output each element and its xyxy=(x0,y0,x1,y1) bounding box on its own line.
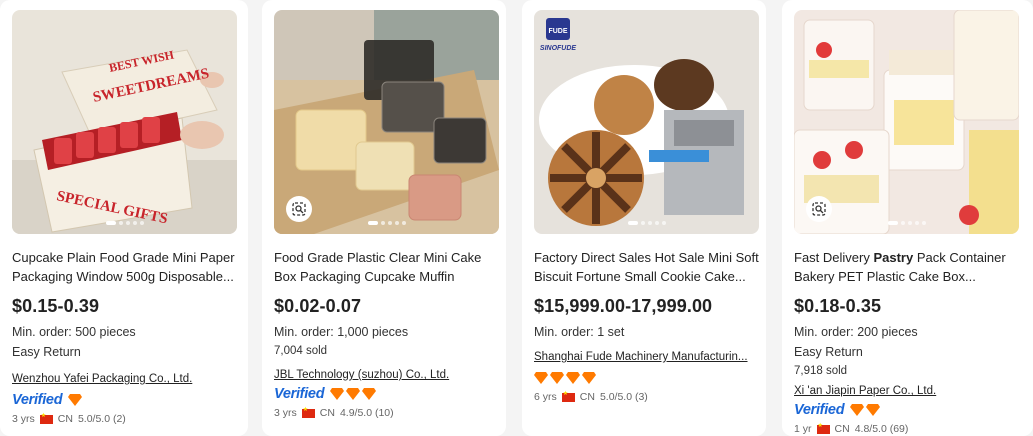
supplier-country: CN xyxy=(834,423,850,435)
carousel-dots[interactable] xyxy=(627,221,666,225)
carousel-dots[interactable] xyxy=(105,221,144,225)
china-flag-icon xyxy=(39,412,53,424)
diamond-icon xyxy=(566,372,580,384)
product-grid: BEST WISH SWEETDREAMS SPECIAL GIFTS Cupc… xyxy=(0,0,1033,436)
supplier-years: 6 yrs xyxy=(534,391,557,403)
product-price: $0.18-0.35 xyxy=(794,296,882,316)
diamond-icon xyxy=(346,388,361,400)
supplier-diamonds xyxy=(534,372,596,384)
supplier-years: 3 yrs xyxy=(12,413,35,425)
supplier-rating: 5.0/5.0 (2) xyxy=(77,413,126,425)
product-image[interactable]: BEST WISH SWEETDREAMS SPECIAL GIFTS xyxy=(12,10,237,234)
verified-row: Verified xyxy=(794,401,1023,419)
product-card[interactable]: Fast Delivery Pastry Pack Container Bake… xyxy=(782,0,1033,436)
supplier-link[interactable]: Shanghai Fude Machinery Manufacturin... xyxy=(534,351,759,363)
supplier-years: 1 yr xyxy=(794,423,812,435)
supplier-country: CN xyxy=(579,391,595,403)
verified-row: Verified xyxy=(12,391,238,409)
verified-badge[interactable]: Verified xyxy=(274,386,325,402)
min-order: Min. order: 200 pieces xyxy=(794,325,918,339)
diamond-icon xyxy=(550,372,564,384)
supplier-years: 3 yrs xyxy=(274,407,297,419)
supplier-rating: 4.8/5.0 (69) xyxy=(854,423,909,435)
sold-count: 7,004 sold xyxy=(274,345,328,357)
supplier-meta: 6 yrs CN 5.0/5.0 (3) xyxy=(534,390,756,404)
title-prefix: Fast Delivery xyxy=(794,250,874,265)
product-title[interactable]: Food Grade Plastic Clear Mini Cake Box P… xyxy=(274,248,499,286)
supplier-diamonds xyxy=(68,394,83,406)
product-image[interactable] xyxy=(274,10,499,234)
supplier-diamonds xyxy=(850,404,881,416)
supplier-meta: 3 yrs CN 5.0/5.0 (2) xyxy=(12,412,238,426)
diamond-icon xyxy=(850,404,865,416)
title-highlight: Pastry xyxy=(873,250,914,265)
supplier-meta: 3 yrs CN 4.9/5.0 (10) xyxy=(274,406,496,420)
product-price: $15,999.00-17,999.00 xyxy=(534,296,713,316)
product-image[interactable]: FUDE SINOFUDE xyxy=(534,10,759,234)
min-order: Min. order: 1 set xyxy=(534,325,625,339)
brand-logo-text: SINOFUDE xyxy=(540,45,577,52)
carousel-dots[interactable] xyxy=(367,221,406,225)
china-flag-icon xyxy=(301,406,315,418)
china-flag-icon xyxy=(816,422,830,434)
easy-return-label: Easy Return xyxy=(794,345,863,359)
supplier-country: CN xyxy=(57,413,73,425)
min-order: Min. order: 1,000 pieces xyxy=(274,325,409,339)
product-card[interactable]: BEST WISH SWEETDREAMS SPECIAL GIFTS Cupc… xyxy=(0,0,248,436)
diamond-icon xyxy=(582,372,596,384)
supplier-country: CN xyxy=(319,407,335,419)
verified-row xyxy=(534,369,756,387)
diamond-icon xyxy=(534,372,548,384)
image-search-icon[interactable] xyxy=(286,196,312,222)
product-card[interactable]: Food Grade Plastic Clear Mini Cake Box P… xyxy=(262,0,506,436)
min-order: Min. order: 500 pieces xyxy=(12,325,136,339)
product-price: $0.02-0.07 xyxy=(274,296,362,316)
image-search-icon[interactable] xyxy=(806,196,832,222)
diamond-icon xyxy=(866,404,881,416)
product-price: $0.15-0.39 xyxy=(12,296,100,316)
easy-return-label: Easy Return xyxy=(12,345,81,359)
verified-row: Verified xyxy=(274,385,496,403)
diamond-icon xyxy=(362,388,377,400)
brand-logo-icon: FUDE xyxy=(548,28,567,35)
supplier-link[interactable]: Xi 'an Jiapin Paper Co., Ltd. xyxy=(794,385,1019,397)
supplier-rating: 5.0/5.0 (3) xyxy=(599,391,648,403)
supplier-rating: 4.9/5.0 (10) xyxy=(339,407,394,419)
supplier-diamonds xyxy=(330,388,377,400)
carousel-dots[interactable] xyxy=(887,221,926,225)
product-image[interactable] xyxy=(794,10,1019,234)
verified-badge[interactable]: Verified xyxy=(12,392,63,408)
supplier-meta: 1 yr CN 4.8/5.0 (69) xyxy=(794,422,1023,436)
product-card[interactable]: FUDE SINOFUDE Factory Direct Sales Hot S… xyxy=(522,0,766,436)
china-flag-icon xyxy=(561,390,575,402)
diamond-icon xyxy=(68,394,83,406)
verified-badge[interactable]: Verified xyxy=(794,402,845,418)
product-title[interactable]: Cupcake Plain Food Grade Mini Paper Pack… xyxy=(12,248,237,286)
supplier-link[interactable]: JBL Technology (suzhou) Co., Ltd. xyxy=(274,369,499,381)
diamond-icon xyxy=(330,388,345,400)
product-title[interactable]: Fast Delivery Pastry Pack Container Bake… xyxy=(794,248,1019,286)
supplier-link[interactable]: Wenzhou Yafei Packaging Co., Ltd. xyxy=(12,373,237,385)
sold-count: 7,918 sold xyxy=(794,365,848,377)
product-title[interactable]: Factory Direct Sales Hot Sale Mini Soft … xyxy=(534,248,759,286)
